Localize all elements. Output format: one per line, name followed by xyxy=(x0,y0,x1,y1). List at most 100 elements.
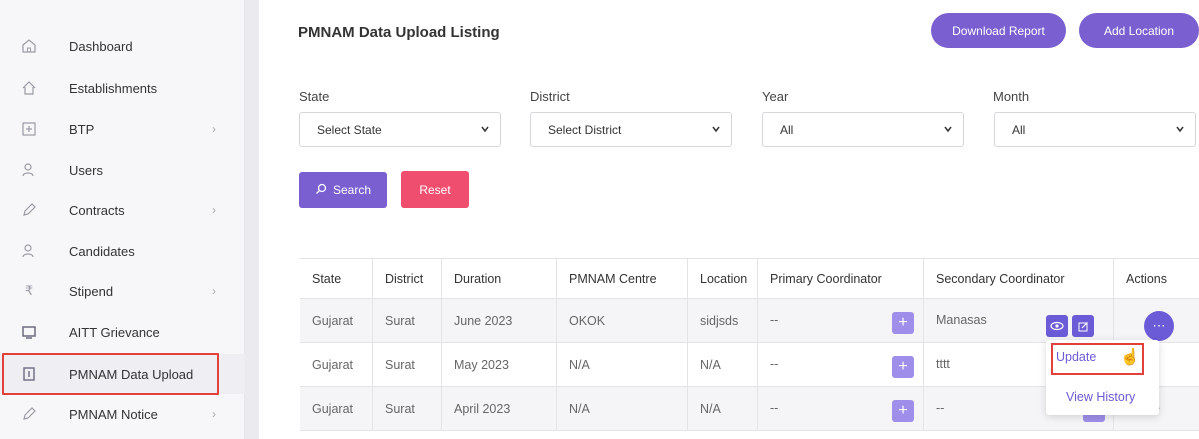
table-header-row: State District Duration PMNAM Centre Loc… xyxy=(300,259,1199,299)
primary-coordinator-cell: -- + xyxy=(758,299,924,342)
sidebar-item-aitt-grievance[interactable]: AITT Grievance xyxy=(0,312,245,352)
actions-cell: ⋯ xyxy=(1114,299,1199,342)
pen-icon xyxy=(20,405,38,423)
sidebar-item-users[interactable]: Users xyxy=(0,150,245,190)
users-icon xyxy=(20,161,38,179)
highlight-box xyxy=(2,353,219,395)
search-icon xyxy=(315,183,327,198)
add-location-button[interactable]: Add Location xyxy=(1079,13,1199,48)
year-select[interactable]: All xyxy=(762,112,964,147)
state-cell: Gujarat xyxy=(300,299,373,342)
centre-cell: OKOK xyxy=(557,299,688,342)
chevron-right-icon: › xyxy=(212,284,216,298)
centre-cell: N/A xyxy=(557,387,688,430)
sidebar-item-label: Establishments xyxy=(69,80,158,96)
location-cell: N/A xyxy=(688,387,758,430)
data-table: State District Duration PMNAM Centre Loc… xyxy=(299,258,1199,431)
location-cell: sidjsds xyxy=(688,299,758,342)
sidebar-item-label: Dashboard xyxy=(69,38,133,54)
search-button[interactable]: Search xyxy=(299,172,387,208)
screen-icon xyxy=(20,323,38,341)
sidebar-item-label: AITT Grievance xyxy=(69,324,160,340)
state-cell: Gujarat xyxy=(300,387,373,430)
secondary-coordinator-cell: Manasas xyxy=(924,299,1114,342)
sidebar-item-label: BTP xyxy=(69,121,95,137)
add-primary-coordinator-button[interactable]: + xyxy=(892,356,914,378)
primary-coordinator-value: -- xyxy=(770,357,779,371)
sidebar-item-label: Candidates xyxy=(69,243,135,259)
sidebar-item-candidates[interactable]: Candidates xyxy=(0,231,245,271)
district-cell: Surat xyxy=(373,343,442,386)
column-header: Primary Coordinator xyxy=(758,259,924,298)
primary-coordinator-cell: -- + xyxy=(758,387,924,430)
column-header: Actions xyxy=(1114,259,1199,298)
column-header: State xyxy=(300,259,373,298)
primary-coordinator-cell: -- + xyxy=(758,343,924,386)
primary-coordinator-value: -- xyxy=(770,401,779,415)
add-primary-coordinator-button[interactable]: + xyxy=(892,312,914,334)
column-header: District xyxy=(373,259,442,298)
add-primary-coordinator-button[interactable]: + xyxy=(892,400,914,422)
view-history-menu-item[interactable]: View History xyxy=(1066,390,1135,404)
home-icon xyxy=(20,37,38,55)
state-label: State xyxy=(299,89,330,104)
plus-square-icon xyxy=(20,120,38,138)
sidebar-item-label: Users xyxy=(69,162,103,178)
month-label: Month xyxy=(993,89,1030,104)
row-actions-menu: Update ☝ View History xyxy=(1046,340,1159,415)
pen-icon xyxy=(20,201,38,219)
state-cell: Gujarat xyxy=(300,343,373,386)
chevron-down-icon xyxy=(480,124,490,137)
primary-coordinator-value: -- xyxy=(770,313,779,327)
sidebar-item-btp[interactable]: BTP › xyxy=(0,109,245,149)
duration-cell: May 2023 xyxy=(442,343,557,386)
sidebar-item-label: Contracts xyxy=(69,202,125,218)
rupee-icon: ₹ xyxy=(24,283,34,298)
more-actions-button[interactable]: ⋯ xyxy=(1144,311,1174,341)
app-root: Dashboard Establishments BTP › Users Con… xyxy=(0,0,1199,439)
download-report-button[interactable]: Download Report xyxy=(931,13,1066,48)
content-gutter xyxy=(245,0,259,439)
secondary-coordinator-value: tttt xyxy=(936,357,950,371)
year-select-value: All xyxy=(780,122,794,137)
update-menu-item[interactable]: Update xyxy=(1056,350,1096,364)
sidebar-item-establishments[interactable]: Establishments xyxy=(0,68,245,108)
month-select[interactable]: All xyxy=(994,112,1196,147)
chevron-right-icon: › xyxy=(212,407,216,421)
year-label: Year xyxy=(762,89,789,104)
month-select-value: All xyxy=(1012,122,1026,137)
district-label: District xyxy=(530,89,570,104)
chevron-down-icon xyxy=(1175,124,1185,137)
eye-icon[interactable] xyxy=(1046,315,1068,337)
main-panel: PMNAM Data Upload Listing Download Repor… xyxy=(259,0,1199,439)
search-button-label: Search xyxy=(332,183,372,197)
column-header: Location xyxy=(688,259,758,298)
reset-button[interactable]: Reset xyxy=(401,171,469,208)
chevron-right-icon: › xyxy=(212,203,216,217)
location-cell: N/A xyxy=(688,343,758,386)
district-select[interactable]: Select District xyxy=(530,112,732,147)
sidebar-item-stipend[interactable]: ₹ Stipend › xyxy=(0,271,245,311)
duration-cell: June 2023 xyxy=(442,299,557,342)
state-select[interactable]: Select State xyxy=(299,112,501,147)
chevron-down-icon xyxy=(943,124,953,137)
sidebar-item-pmnam-notice[interactable]: PMNAM Notice › xyxy=(0,394,245,434)
secondary-coordinator-value: Manasas xyxy=(936,313,987,327)
column-header: Duration xyxy=(442,259,557,298)
chevron-down-icon xyxy=(711,124,721,137)
district-select-value: Select District xyxy=(548,122,622,137)
centre-cell: N/A xyxy=(557,343,688,386)
sidebar-item-dashboard[interactable]: Dashboard xyxy=(0,26,245,66)
district-cell: Surat xyxy=(373,299,442,342)
sidebar-item-label: Stipend xyxy=(69,283,114,299)
page-title: PMNAM Data Upload Listing xyxy=(298,24,500,41)
chevron-right-icon: › xyxy=(212,122,216,136)
hand-cursor-icon: ☝ xyxy=(1120,349,1140,366)
column-header: Secondary Coordinator xyxy=(924,259,1114,298)
edit-icon[interactable] xyxy=(1072,315,1094,337)
sidebar-item-contracts[interactable]: Contracts › xyxy=(0,190,245,230)
district-cell: Surat xyxy=(373,387,442,430)
house-outline-icon xyxy=(20,79,38,97)
secondary-coordinator-value: -- xyxy=(936,401,945,415)
sidebar: Dashboard Establishments BTP › Users Con… xyxy=(0,0,245,439)
